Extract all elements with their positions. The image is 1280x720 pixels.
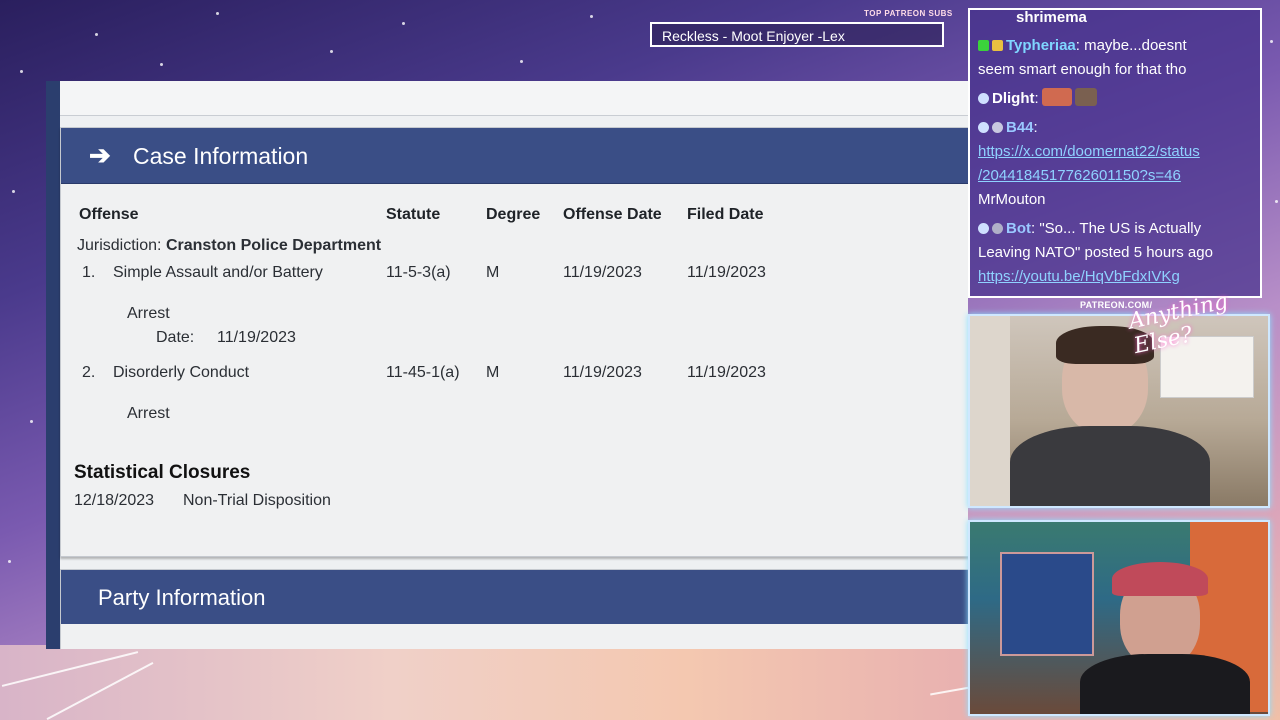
person-shirt [1010, 426, 1210, 506]
jurisdiction-label: Jurisdiction: [77, 237, 162, 254]
page-side-rail [46, 81, 60, 649]
badge-icon [978, 122, 989, 133]
chat-text: maybe...doesnt [1084, 37, 1187, 54]
offense-2-filed-date: 11/19/2023 [687, 364, 766, 381]
party-information-header[interactable]: Party Information [61, 570, 968, 624]
party-information-title: Party Information [98, 585, 266, 610]
offense-1-name: Simple Assault and/or Battery [113, 264, 323, 281]
offense-1-number: 1. [82, 264, 96, 281]
badge-icon [992, 40, 1003, 51]
chat-message-continuation: Leaving NATO" posted 5 hours ago [978, 241, 1213, 265]
chat-link[interactable]: /2044184517762601150?s=46 [978, 164, 1181, 188]
chat-text: Leaving NATO" posted 5 hours ago [978, 244, 1213, 261]
decorative-band [0, 645, 980, 720]
badge-icon [978, 93, 989, 104]
case-information-panel: ➔ Case Information Offense Statute Degre… [60, 127, 968, 557]
offense-1-degree: M [486, 264, 500, 281]
chat-text: "So... The US is Actually [1039, 220, 1202, 237]
emote-icon [1074, 88, 1097, 106]
chat-message: shrimema [1016, 9, 1087, 30]
chat-overlay: shrimema Typheriaa: maybe...doesnt seem … [968, 8, 1262, 298]
closure-description: Non-Trial Disposition [183, 492, 331, 509]
top-patreon-sub-text: Reckless - Moot Enjoyer -Lex [662, 28, 845, 44]
emote-icon [1041, 88, 1072, 106]
header-filed-date: Filed Date [687, 206, 764, 223]
chat-username: Dlight [992, 90, 1035, 107]
webcam-streamer-1 [968, 314, 1270, 508]
jurisdiction-row: Jurisdiction: Cranston Police Department [77, 237, 381, 255]
chat-username: shrimema [1016, 9, 1087, 26]
top-patreon-sub-box: Reckless - Moot Enjoyer -Lex [650, 22, 944, 47]
statistical-closures-title: Statistical Closures [74, 462, 251, 483]
baseball-cap [1112, 562, 1208, 596]
case-information-title: Case Information [133, 143, 309, 169]
offense-1-offense-date: 11/19/2023 [563, 264, 642, 281]
chat-username: B44 [1006, 119, 1034, 136]
offense-2-offense-date: 11/19/2023 [563, 364, 642, 381]
offense-2-arrest-label: Arrest [127, 405, 170, 422]
background-shelf [1000, 552, 1094, 656]
offense-2-statute: 11-45-1(a) [386, 364, 460, 381]
chat-message: Bot: "So... The US is Actually [978, 217, 1201, 241]
badge-icon [978, 40, 989, 51]
header-offense-date: Offense Date [563, 206, 662, 223]
chat-message: Dlight: [978, 87, 1097, 111]
offense-1-arrest-label: Arrest [127, 305, 170, 322]
webcam-streamer-2 [968, 520, 1270, 716]
chat-link[interactable]: https://youtu.be/HqVbFdxIVKg [978, 265, 1180, 289]
jurisdiction-value: Cranston Police Department [165, 237, 382, 254]
offense-1-statute: 11-5-3(a) [386, 264, 451, 281]
court-record-page: ➔ Case Information Offense Statute Degre… [46, 81, 968, 649]
arrow-right-icon: ➔ [89, 140, 111, 170]
case-information-header[interactable]: ➔ Case Information [61, 128, 968, 184]
chat-message: B44: [978, 116, 1038, 140]
header-degree: Degree [486, 206, 541, 223]
chat-text: seem smart enough for that tho [978, 61, 1187, 78]
chat-username: Bot [1006, 220, 1031, 237]
chat-username: Typheriaa [1006, 37, 1076, 54]
bot-badge-icon [992, 223, 1003, 234]
offense-1-arrest-date: 11/19/2023 [217, 329, 296, 346]
top-patreon-label: TOP PATREON SUBS [864, 9, 953, 18]
chat-text: MrMouton [978, 191, 1046, 208]
header-statute: Statute [386, 206, 441, 223]
offense-2-degree: M [486, 364, 500, 381]
link-badge-icon [992, 122, 1003, 133]
chat-message: Typheriaa: maybe...doesnt [978, 34, 1187, 58]
badge-icon [978, 223, 989, 234]
offense-1-arrest-date-label: Date: [156, 329, 195, 346]
offense-2-number: 2. [82, 364, 96, 381]
party-information-panel: Party Information [60, 569, 968, 649]
offense-2-name: Disorderly Conduct [113, 364, 250, 381]
chat-message-continuation: seem smart enough for that tho [978, 58, 1186, 82]
previous-section-strip [60, 81, 968, 116]
person-shirt [1080, 654, 1250, 714]
chat-link[interactable]: https://x.com/doomernat22/status [978, 140, 1200, 164]
chat-message-continuation: MrMouton [978, 188, 1046, 212]
background-door [970, 316, 1010, 506]
closure-date: 12/18/2023 [74, 492, 155, 509]
header-offense: Offense [79, 206, 139, 223]
offense-1-filed-date: 11/19/2023 [687, 264, 766, 281]
